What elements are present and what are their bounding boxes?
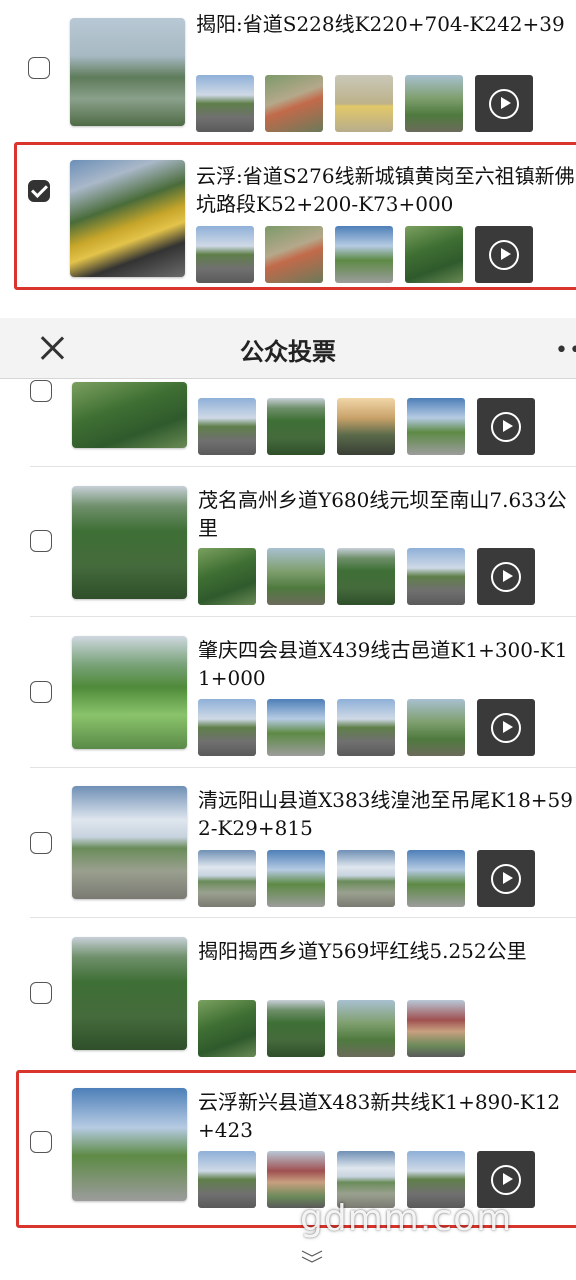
play-icon (491, 1164, 521, 1195)
video-thumbnail[interactable] (477, 398, 535, 455)
thumbnail[interactable] (407, 699, 465, 756)
play-icon (489, 239, 519, 270)
item-title: 云浮新兴县道X483新共线K1+890-K12+423 (198, 1090, 561, 1142)
thumbnail[interactable] (198, 1000, 256, 1057)
item-title: 揭阳:省道S228线K220+704-K242+391 (196, 12, 565, 36)
checkbox[interactable] (30, 380, 52, 402)
thumbnail[interactable] (407, 850, 465, 907)
item-cover-image[interactable] (72, 636, 187, 749)
thumbnail[interactable] (265, 226, 323, 283)
thumbnail[interactable] (265, 75, 323, 132)
more-icon[interactable]: •• (555, 340, 576, 362)
item-title: 茂名高州乡道Y680线元坝至南山7.633公里 (198, 488, 567, 540)
divider (30, 767, 576, 768)
item-cover-image[interactable] (72, 382, 187, 448)
divider (30, 616, 576, 617)
thumbnail[interactable] (267, 699, 325, 756)
thumbnail[interactable] (267, 1000, 325, 1057)
item-cover-image[interactable] (72, 786, 187, 899)
thumbnail[interactable] (198, 850, 256, 907)
thumbnail[interactable] (198, 548, 256, 605)
thumbnail[interactable] (337, 850, 395, 907)
thumbnail[interactable] (405, 75, 463, 132)
checkbox[interactable] (30, 832, 52, 854)
thumbnail[interactable] (405, 226, 463, 283)
divider (30, 917, 576, 918)
item-cover-image[interactable] (72, 1088, 187, 1201)
thumbnail[interactable] (337, 699, 395, 756)
checkbox-checked[interactable] (28, 180, 50, 202)
checkbox[interactable] (30, 681, 52, 703)
thumbnail[interactable] (198, 1151, 256, 1208)
play-icon (491, 863, 521, 894)
video-thumbnail[interactable] (477, 699, 535, 756)
checkbox[interactable] (30, 982, 52, 1004)
watermark: gdmm.com (300, 1198, 513, 1239)
video-thumbnail[interactable] (477, 850, 535, 907)
checkbox[interactable] (30, 530, 52, 552)
thumbnail[interactable] (337, 398, 395, 455)
checkbox[interactable] (28, 57, 50, 79)
item-cover-image[interactable] (72, 937, 187, 1050)
thumbnail[interactable] (198, 699, 256, 756)
play-icon (491, 712, 521, 743)
thumbnail[interactable] (267, 398, 325, 455)
thumbnail[interactable] (196, 75, 254, 132)
thumbnail[interactable] (198, 398, 256, 455)
thumbnail[interactable] (267, 850, 325, 907)
play-icon (491, 561, 521, 592)
thumbnail[interactable] (337, 1000, 395, 1057)
divider (30, 466, 576, 467)
video-thumbnail[interactable] (477, 548, 535, 605)
thumbnail[interactable] (335, 75, 393, 132)
play-icon (491, 411, 521, 442)
checkbox[interactable] (30, 1131, 52, 1153)
item-title: 清远阳山县道X383线湟池至吊尾K18+592-K29+815 (198, 788, 574, 840)
play-icon (489, 88, 519, 119)
thumbnail[interactable] (267, 548, 325, 605)
scroll-down-icon[interactable] (290, 1250, 334, 1264)
video-thumbnail[interactable] (475, 75, 533, 132)
thumbnail[interactable] (407, 398, 465, 455)
page-header: 公众投票 •• (0, 318, 576, 379)
thumbnail[interactable] (407, 1000, 465, 1057)
item-cover-image[interactable] (70, 160, 185, 277)
thumbnail[interactable] (196, 226, 254, 283)
item-cover-image[interactable] (70, 18, 185, 126)
thumbnail[interactable] (337, 548, 395, 605)
thumbnail[interactable] (407, 548, 465, 605)
item-title: 揭阳揭西乡道Y569坪红线5.252公里 (198, 939, 527, 963)
thumbnail[interactable] (335, 226, 393, 283)
item-title: 云浮:省道S276线新城镇黄岗至六祖镇新佛坑路段K52+200-K73+000 (196, 164, 575, 216)
item-title: 肇庆四会县道X439线古邑道K1+300-K11+000 (198, 638, 568, 690)
page-title: 公众投票 (240, 338, 336, 366)
video-thumbnail[interactable] (475, 226, 533, 283)
item-cover-image[interactable] (72, 486, 187, 599)
